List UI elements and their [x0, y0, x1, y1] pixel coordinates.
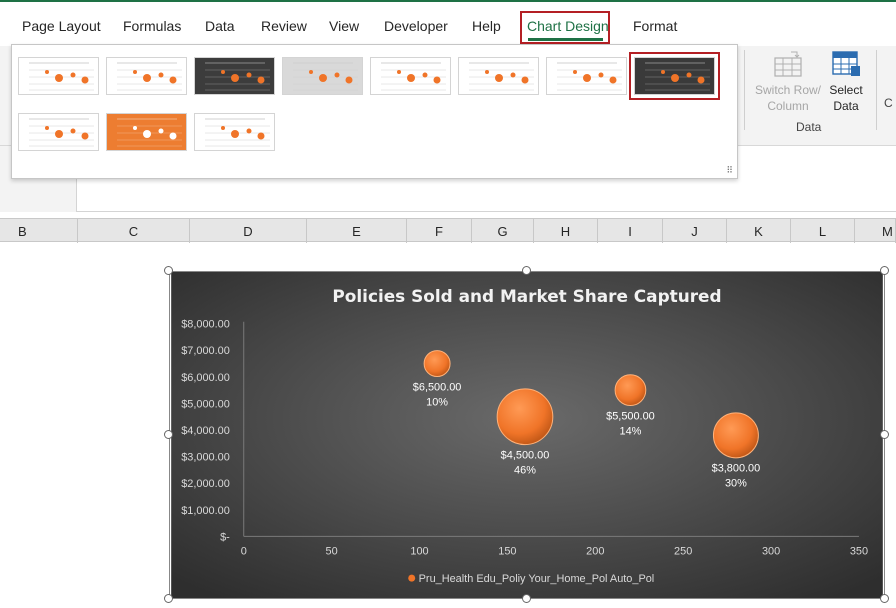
ribbon-edge-letter: C [884, 96, 893, 110]
resize-handle[interactable] [880, 594, 889, 603]
column-header-i[interactable]: I [598, 219, 663, 243]
data-label-share: 30% [725, 478, 747, 490]
resize-handle[interactable] [880, 266, 889, 275]
chart-legend[interactable]: Pru_Health Edu_Poliy Your_Home_Pol Auto_… [408, 573, 654, 585]
y-tick-label: $8,000.00 [181, 319, 230, 331]
column-header-c[interactable]: C [78, 219, 190, 243]
column-header-f[interactable]: F [407, 219, 472, 243]
select-data-icon [832, 51, 860, 76]
x-tick-label: 350 [850, 545, 868, 557]
column-header-b[interactable]: B [0, 219, 78, 243]
tab-data[interactable]: Data [205, 18, 235, 34]
column-header-e[interactable]: E [307, 219, 407, 243]
column-header-g[interactable]: G [472, 219, 534, 243]
data-label-share: 14% [620, 425, 642, 437]
x-tick-label: 0 [241, 545, 247, 557]
resize-handle[interactable] [164, 594, 173, 603]
chart-style-thumbnail[interactable] [458, 57, 539, 95]
column-header-d[interactable]: D [190, 219, 307, 243]
chart-style-thumbnail[interactable] [18, 113, 99, 151]
switch-row-column-icon [774, 51, 802, 77]
ribbon-separator [744, 50, 745, 130]
bubble-point[interactable] [496, 388, 554, 446]
column-header-k[interactable]: K [727, 219, 791, 243]
chart-style-thumbnail[interactable] [18, 57, 99, 95]
resize-handle[interactable] [164, 266, 173, 275]
x-tick-label: 150 [498, 545, 516, 557]
chart-styles-gallery: ⠿ [11, 44, 738, 179]
bubble-point[interactable] [423, 350, 451, 378]
active-tab-underline [528, 38, 603, 41]
y-tick-label: $4,000.00 [181, 425, 230, 437]
column-header-j[interactable]: J [663, 219, 727, 243]
tab-developer[interactable]: Developer [384, 18, 448, 34]
select-data-label: Select Data [829, 83, 863, 113]
legend-marker-icon [408, 574, 416, 582]
chart-title[interactable]: Policies Sold and Market Share Captured [332, 286, 721, 306]
y-tick-label: $3,000.00 [181, 452, 230, 464]
y-tick-label: $1,000.00 [181, 505, 230, 517]
resize-handle[interactable] [164, 430, 173, 439]
select-data-button[interactable]: Select Data [824, 50, 868, 114]
bubble-chart[interactable]: Policies Sold and Market Share Captured … [164, 266, 889, 603]
y-tick-label: $6,000.00 [181, 372, 230, 384]
y-tick-label: $2,000.00 [181, 478, 230, 490]
data-label-value: $3,800.00 [712, 463, 761, 475]
bubble-point[interactable] [614, 374, 647, 406]
resize-handle[interactable] [880, 430, 889, 439]
resize-handle[interactable] [522, 266, 531, 275]
x-tick-label: 300 [762, 545, 780, 557]
data-label-share: 10% [426, 396, 448, 408]
data-group-label: Data [796, 120, 822, 134]
x-tick-label: 250 [674, 545, 692, 557]
x-tick-label: 200 [586, 545, 604, 557]
switch-row-column-label: Switch Row/ Column [754, 83, 822, 113]
tab-help[interactable]: Help [472, 18, 501, 34]
x-tick-label: 100 [410, 545, 428, 557]
chart-style-thumbnail[interactable] [106, 57, 187, 95]
data-label-share: 46% [514, 464, 536, 476]
tab-page-layout[interactable]: Page Layout [22, 18, 101, 34]
tab-formulas[interactable]: Formulas [123, 18, 181, 34]
column-header-h[interactable]: H [534, 219, 598, 243]
y-tick-label: $5,000.00 [181, 398, 230, 410]
chart-style-thumbnail[interactable] [106, 113, 187, 151]
ribbon-tab-bar: Page Layout Formulas Data Review View Develop… [0, 0, 896, 46]
resize-grip-icon[interactable]: ⠿ [726, 165, 733, 176]
tab-view[interactable]: View [329, 18, 359, 34]
y-tick-label: $- [220, 531, 230, 543]
chart-style-thumbnail[interactable] [370, 57, 451, 95]
data-label-value: $6,500.00 [413, 381, 462, 393]
column-header-m[interactable]: M [855, 219, 896, 243]
chart-style-thumbnail[interactable] [194, 113, 275, 151]
chart-style-thumbnail[interactable] [546, 57, 627, 95]
column-headers: BCDEFGHIJKLM [0, 218, 896, 243]
column-header-l[interactable]: L [791, 219, 855, 243]
chart-style-thumbnail[interactable] [194, 57, 275, 95]
data-label-value: $5,500.00 [606, 410, 655, 422]
tab-review[interactable]: Review [261, 18, 307, 34]
bubble-point[interactable] [712, 412, 759, 459]
x-tick-label: 50 [326, 545, 338, 557]
data-label-value: $4,500.00 [501, 449, 550, 461]
y-tick-label: $7,000.00 [181, 345, 230, 357]
chart-area[interactable]: Policies Sold and Market Share Captured … [169, 271, 885, 599]
legend-text: Pru_Health Edu_Poliy Your_Home_Pol Auto_… [419, 573, 655, 585]
resize-handle[interactable] [522, 594, 531, 603]
chart-style-thumbnail[interactable] [629, 52, 720, 100]
chart-style-thumbnail[interactable] [282, 57, 363, 95]
ribbon-separator [876, 50, 877, 130]
switch-row-column-button[interactable]: Switch Row/ Column [752, 50, 824, 114]
tab-format[interactable]: Format [633, 18, 677, 34]
excel-window: Switch Row/ Column Select Data Data C Pa… [0, 0, 896, 608]
